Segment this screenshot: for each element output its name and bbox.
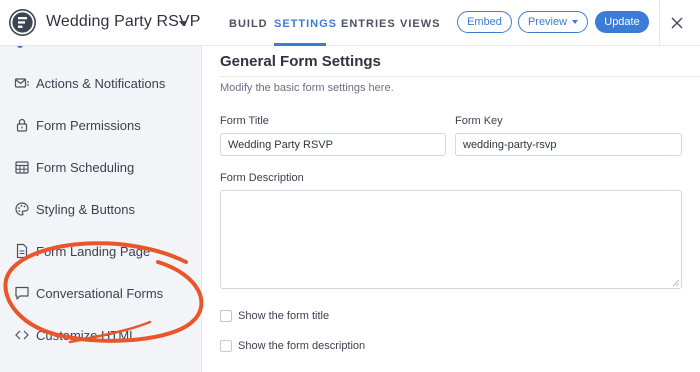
sidebar-item-label: Form Scheduling: [36, 159, 135, 175]
settings-sidebar: Actions & Notifications Form Permissions…: [0, 46, 202, 372]
settings-main-panel: General Form Settings Modify the basic f…: [203, 46, 700, 372]
resize-handle-icon[interactable]: [673, 280, 679, 286]
tab-build[interactable]: BUILD: [229, 18, 268, 30]
notification-envelope-icon: [14, 75, 30, 91]
tab-views[interactable]: VIEWS: [400, 18, 440, 30]
tab-entries[interactable]: ENTRIES: [341, 18, 396, 30]
show-description-option[interactable]: Show the form description: [220, 340, 365, 352]
tab-settings[interactable]: SETTINGS: [274, 18, 337, 30]
embed-button-label: Embed: [467, 16, 502, 28]
code-icon: [14, 327, 30, 343]
show-description-label: Show the form description: [238, 340, 366, 352]
sidebar-item-form-landing-page[interactable]: Form Landing Page: [0, 236, 201, 266]
close-icon[interactable]: [670, 16, 684, 30]
sidebar-scroll-hint: [17, 46, 23, 48]
sidebar-item-conversational-forms[interactable]: Conversational Forms: [0, 278, 201, 308]
form-name-title[interactable]: Wedding Party RSVP: [46, 13, 200, 31]
top-bar: Wedding Party RSVP BUILD SETTINGS ENTRIE…: [0, 0, 700, 46]
sidebar-item-label: Form Landing Page: [36, 243, 151, 259]
form-description-textarea[interactable]: [220, 190, 682, 289]
lock-icon: [14, 117, 30, 133]
form-title-value: Wedding Party RSVP: [228, 138, 333, 151]
document-icon: [14, 243, 30, 259]
form-title-label: Form Title: [220, 115, 269, 127]
formidable-logo-icon[interactable]: [9, 9, 36, 36]
show-description-checkbox[interactable]: [220, 340, 232, 352]
chevron-down-icon[interactable]: [179, 21, 187, 26]
update-button-label: Update: [604, 16, 640, 28]
embed-button[interactable]: Embed: [457, 11, 512, 33]
page-title: General Form Settings: [220, 53, 381, 70]
sidebar-item-label: Styling & Buttons: [36, 201, 135, 217]
form-title-input[interactable]: Wedding Party RSVP: [220, 133, 446, 156]
form-key-value: wedding-party-rsvp: [463, 138, 557, 151]
preview-button[interactable]: Preview: [518, 11, 588, 33]
sidebar-item-label: Customize HTML: [36, 327, 137, 343]
sidebar-item-customize-html[interactable]: Customize HTML: [0, 320, 201, 350]
form-key-label: Form Key: [455, 115, 503, 127]
sidebar-item-form-permissions[interactable]: Form Permissions: [0, 110, 201, 140]
show-title-option[interactable]: Show the form title: [220, 310, 329, 322]
palette-icon: [14, 201, 30, 217]
sidebar-item-styling-buttons[interactable]: Styling & Buttons: [0, 194, 201, 224]
calendar-icon: [14, 159, 30, 175]
sidebar-item-label: Actions & Notifications: [36, 75, 166, 91]
sidebar-item-label: Conversational Forms: [36, 285, 164, 301]
preview-chevron-down-icon: [572, 20, 579, 24]
header-divider: [659, 0, 660, 46]
show-title-label: Show the form title: [238, 310, 330, 322]
sidebar-item-form-scheduling[interactable]: Form Scheduling: [0, 152, 201, 182]
sidebar-item-label: Form Permissions: [36, 117, 141, 133]
form-description-label: Form Description: [220, 172, 304, 184]
sidebar-item-actions-notifications[interactable]: Actions & Notifications: [0, 68, 201, 98]
form-key-input[interactable]: wedding-party-rsvp: [455, 133, 682, 156]
show-title-checkbox[interactable]: [220, 310, 232, 322]
page-description: Modify the basic form settings here.: [220, 82, 394, 94]
heading-divider: [220, 76, 700, 77]
preview-button-label: Preview: [527, 16, 568, 28]
update-button[interactable]: Update: [595, 11, 649, 33]
chat-bubble-icon: [14, 285, 30, 301]
